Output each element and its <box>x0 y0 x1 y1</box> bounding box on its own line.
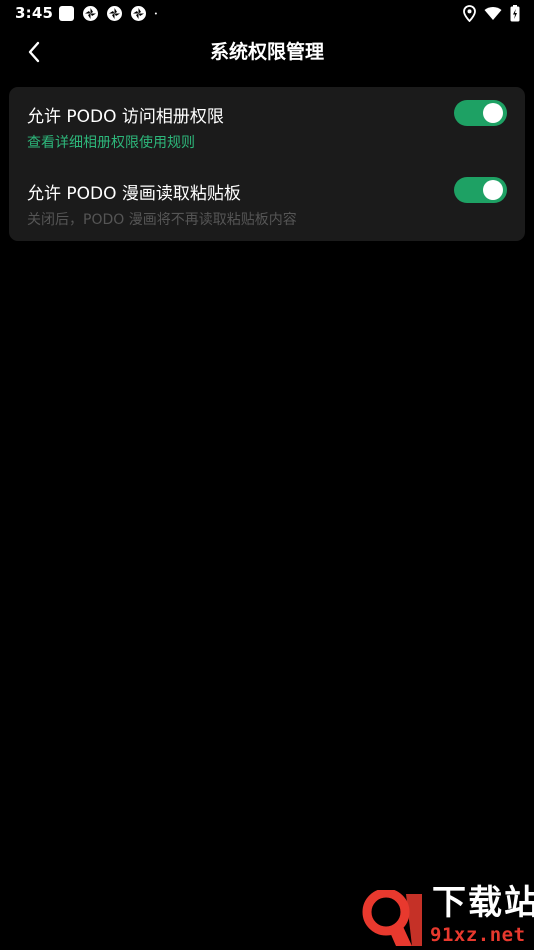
album-permission-toggle[interactable] <box>454 100 507 126</box>
setting-title: 允许 PODO 访问相册权限 <box>27 107 224 127</box>
aperture-icon <box>107 6 122 21</box>
aperture-icon <box>83 6 98 21</box>
permissions-card: 允许 PODO 访问相册权限 查看详细相册权限使用规则 允许 PODO 漫画读取… <box>9 87 525 241</box>
watermark-logo <box>362 890 422 946</box>
location-icon <box>463 5 476 22</box>
watermark: 下载站 91xz.net <box>362 884 534 950</box>
toggle-knob <box>483 103 503 123</box>
album-rules-link[interactable]: 查看详细相册权限使用规则 <box>27 132 195 152</box>
system-icons <box>463 5 520 22</box>
setting-row-clipboard-permission: 允许 PODO 漫画读取粘贴板 关闭后，PODO 漫画将不再读取粘贴板内容 <box>9 164 525 241</box>
dot-icon <box>154 12 157 15</box>
square-app-icon <box>59 6 74 21</box>
wifi-icon <box>484 7 502 20</box>
setting-row-album-permission: 允许 PODO 访问相册权限 查看详细相册权限使用规则 <box>9 87 525 164</box>
watermark-url: 91xz.net <box>430 924 526 946</box>
aperture-icon <box>131 6 146 21</box>
status-time: 3:45 <box>15 4 54 22</box>
clipboard-permission-toggle[interactable] <box>454 177 507 203</box>
toggle-knob <box>483 180 503 200</box>
status-bar: 3:45 <box>0 0 534 28</box>
watermark-cn-text: 下载站 <box>432 883 534 923</box>
notification-icons <box>58 5 162 22</box>
page-title: 系统权限管理 <box>209 41 324 63</box>
setting-title: 允许 PODO 漫画读取粘贴板 <box>27 184 241 204</box>
top-app-bar: 系统权限管理 <box>0 28 534 74</box>
battery-charging-icon <box>510 5 520 22</box>
setting-description: 关闭后，PODO 漫画将不再读取粘贴板内容 <box>27 212 297 228</box>
